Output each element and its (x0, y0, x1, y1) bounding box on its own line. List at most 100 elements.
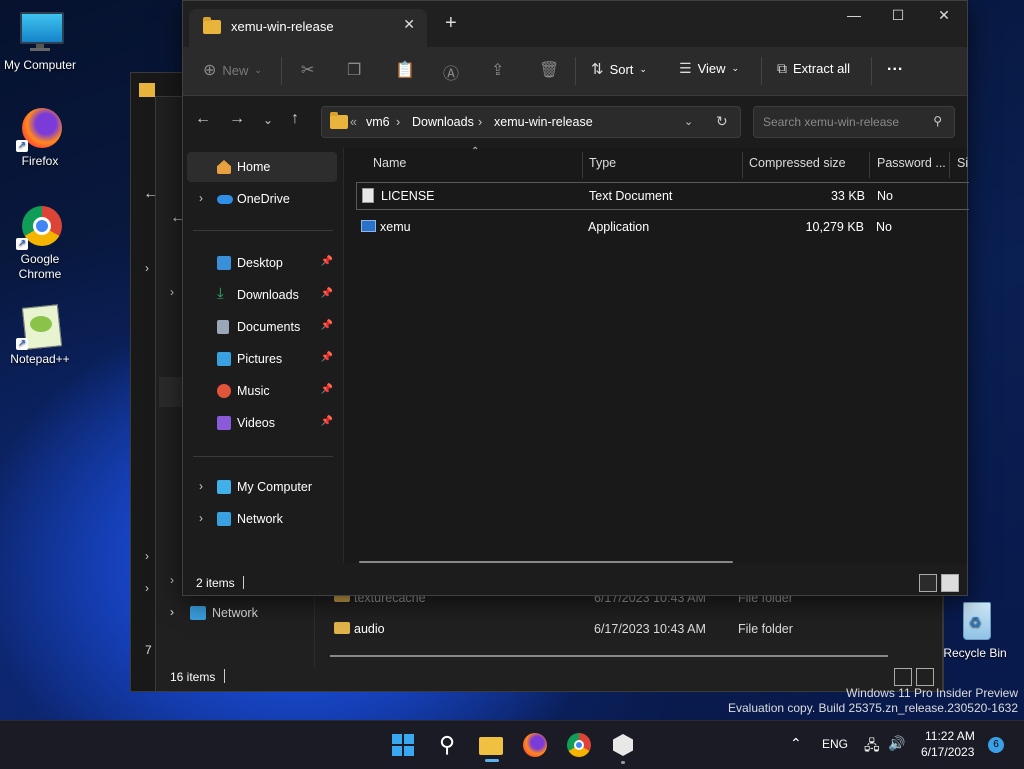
column-header-name[interactable]: Name (373, 156, 406, 170)
details-view-button[interactable] (894, 668, 912, 686)
sidebar-item-onedrive[interactable]: › OneDrive (187, 184, 337, 214)
up-button[interactable]: ↑ (291, 110, 299, 128)
volume-icon[interactable]: 🔊 (888, 735, 905, 752)
sidebar-item-network[interactable]: › Network (187, 504, 337, 534)
paste-button[interactable]: 📋 (395, 60, 415, 80)
clock-time[interactable]: 11:22 AM (925, 729, 975, 743)
address-dropdown-icon[interactable]: ⌄ (684, 115, 693, 128)
rename-button[interactable]: Ⓐ (443, 60, 459, 84)
close-tab-icon[interactable]: ✕ (403, 16, 415, 33)
column-header-type[interactable]: Type (589, 156, 616, 170)
sidebar-item-home[interactable]: Home (187, 152, 337, 182)
column-divider[interactable] (869, 152, 870, 178)
chevron-right-icon[interactable]: › (199, 511, 203, 525)
table-row[interactable]: LICENSE Text Document 33 KB No (356, 182, 969, 210)
sidebar-item-videos[interactable]: Videos 📌 (187, 408, 337, 438)
xemu-taskbar-button[interactable] (609, 731, 637, 764)
recent-locations-button[interactable]: ⌄ (263, 113, 273, 127)
pin-icon[interactable]: 📌 (321, 320, 333, 331)
sort-ascending-icon: ⌃ (471, 146, 480, 157)
sidebar-item-downloads[interactable]: ⤓ Downloads 📌 (187, 280, 337, 310)
search-box[interactable]: Search xemu-win-release ⚲ (753, 106, 955, 138)
recycle-bin-icon: ♻ (953, 598, 997, 642)
chrome-taskbar-button[interactable] (565, 731, 593, 759)
table-row[interactable]: xemu Application 10,279 KB No (356, 214, 968, 240)
firefox-taskbar-button[interactable] (521, 731, 549, 759)
chevron-right-icon[interactable]: › (145, 261, 149, 275)
notification-badge[interactable]: 6 (988, 737, 1004, 753)
network-chevron-icon[interactable]: › (170, 605, 174, 619)
refresh-icon[interactable]: ↻ (716, 113, 728, 130)
desktop-icon-recycle-bin[interactable]: ♻ Recycle Bin (935, 598, 1015, 661)
chevron-right-icon[interactable]: › (199, 479, 203, 493)
forward-button[interactable]: → (229, 110, 245, 128)
details-view-button[interactable] (919, 574, 937, 592)
explorer-window[interactable]: xemu-win-release ✕ + — ☐ ✕ ⊕ New ⌄ ✂ ❐ 📋… (182, 0, 969, 596)
more-options-button[interactable]: ... (887, 57, 903, 75)
column-header-size[interactable]: Si (957, 156, 968, 170)
new-tab-button[interactable]: + (445, 13, 457, 33)
language-indicator[interactable]: ENG (822, 737, 848, 751)
show-hidden-icons-button[interactable]: ⌃ (790, 735, 802, 752)
tiles-view-button[interactable] (916, 668, 934, 686)
sidebar-item-network[interactable]: Network (212, 606, 258, 620)
chevron-right-icon[interactable]: › (145, 549, 149, 563)
breadcrumb-xemu-win-release[interactable]: xemu-win-release (494, 115, 593, 129)
back-button[interactable]: ← (195, 110, 211, 128)
title-bar[interactable]: xemu-win-release ✕ + — ☐ ✕ (183, 1, 967, 47)
sidebar-item-my-computer[interactable]: › My Computer (187, 472, 337, 502)
network-icon[interactable]: 🖧 (864, 735, 880, 759)
desktop-icon-my-computer[interactable]: My Computer (0, 10, 80, 73)
file-name[interactable]: audio (354, 622, 385, 636)
sidebar-item-desktop[interactable]: Desktop 📌 (187, 248, 337, 278)
sidebar-label: Videos (237, 416, 275, 430)
tab-xemu-win-release[interactable]: xemu-win-release ✕ (189, 9, 427, 47)
sidebar-item-documents[interactable]: Documents 📌 (187, 312, 337, 342)
new-button[interactable]: ⊕ New ⌄ (203, 60, 262, 80)
delete-button[interactable]: 🗑 (539, 60, 559, 80)
column-header-password[interactable]: Password ... (877, 156, 946, 170)
selected-nav-item[interactable] (159, 377, 183, 407)
pin-icon[interactable]: 📌 (321, 352, 333, 363)
search-icon[interactable]: ⚲ (933, 114, 942, 128)
chevron-right-icon[interactable]: › (199, 191, 203, 205)
extract-all-button[interactable]: ⧉ Extract all (777, 60, 850, 77)
column-header-compressed-size[interactable]: Compressed size (749, 156, 846, 170)
clock-date[interactable]: 6/17/2023 (921, 745, 974, 759)
column-divider[interactable] (582, 152, 583, 178)
horizontal-scrollbar[interactable] (330, 655, 888, 657)
column-divider[interactable] (949, 152, 950, 178)
pin-icon[interactable]: 📌 (321, 416, 333, 427)
breadcrumb-vm6[interactable]: vm6 (366, 115, 390, 129)
breadcrumb-downloads[interactable]: Downloads (412, 115, 474, 129)
pin-icon[interactable]: 📌 (321, 256, 333, 267)
chevron-right-icon[interactable]: › (145, 581, 149, 595)
divider (193, 230, 333, 231)
sidebar-item-pictures[interactable]: Pictures 📌 (187, 344, 337, 374)
chevron-right-icon[interactable]: › (170, 285, 174, 299)
pin-icon[interactable]: 📌 (321, 384, 333, 395)
sort-button[interactable]: ⇅ Sort ⌄ (591, 60, 647, 78)
start-button[interactable] (389, 731, 417, 759)
file-explorer-taskbar-button[interactable] (477, 731, 505, 762)
desktop-icon-chrome[interactable]: ↗ Google Chrome (0, 204, 80, 282)
sidebar-label: Network (237, 512, 283, 526)
breadcrumb-overflow[interactable]: « (350, 115, 357, 129)
desktop-icon-firefox[interactable]: ↗ Firefox (0, 106, 80, 169)
maximize-button[interactable]: ☐ (875, 7, 921, 29)
search-taskbar-button[interactable]: ⚲ (433, 731, 461, 759)
sidebar-item-music[interactable]: Music 📌 (187, 376, 337, 406)
cut-button[interactable]: ✂ (301, 60, 314, 80)
column-divider[interactable] (742, 152, 743, 178)
copy-button[interactable]: ❐ (347, 60, 361, 80)
share-button[interactable]: ⇪ (491, 60, 504, 80)
horizontal-scrollbar[interactable] (359, 561, 733, 563)
address-bar[interactable]: « vm6 › Downloads › xemu-win-release ⌄ ↻ (321, 106, 741, 138)
close-window-button[interactable]: ✕ (921, 7, 967, 29)
tiles-view-button[interactable] (941, 574, 959, 592)
minimize-button[interactable]: — (831, 7, 877, 29)
pin-icon[interactable]: 📌 (321, 288, 333, 299)
view-button[interactable]: ☰ View ⌄ (679, 60, 739, 77)
desktop-icon-notepadpp[interactable]: ↗ Notepad++ (0, 304, 80, 367)
chevron-right-icon[interactable]: › (170, 573, 174, 587)
